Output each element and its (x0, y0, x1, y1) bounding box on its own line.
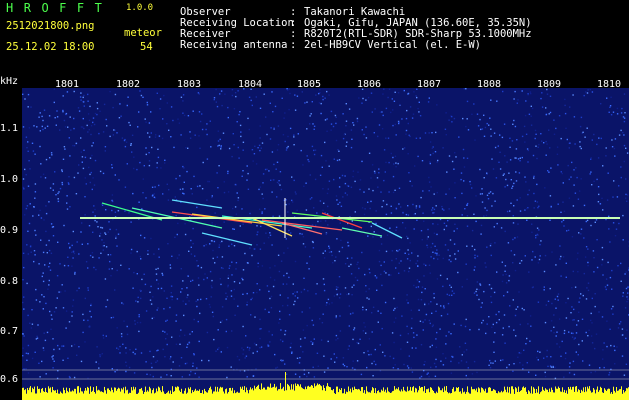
freq-label-0-6: 0.6 (0, 374, 19, 385)
freq-label-1-0: 1.0 (0, 174, 19, 185)
spectrogram (22, 88, 629, 400)
app-version: 1.0.0 (126, 3, 154, 13)
freq-label-0-9: 0.9 (0, 225, 19, 236)
noise-field (22, 88, 629, 380)
meteor-echoes (101, 198, 403, 246)
header-panel: HROFFT 1.0.0 2512021800.png 25.12.02 18:… (0, 0, 629, 74)
freq-label-0-8: 0.8 (0, 276, 19, 287)
freq-label-0-7: 0.7 (0, 326, 19, 337)
antenna-value: 2el-HB9CV Vertical (el. E-W) (304, 39, 482, 51)
spectrogram-canvas (22, 88, 629, 400)
file-name: 2512021800.png (6, 20, 95, 32)
antenna-label: Receiving antenna (180, 39, 288, 51)
app-logo: HROFFT (6, 1, 113, 15)
meteor-count: 54 (140, 41, 153, 53)
unit-label: kHz (0, 76, 19, 87)
meteor-label: meteor (124, 27, 162, 39)
freq-label-1-1: 1.1 (0, 123, 19, 134)
signal-level-bars (22, 372, 629, 400)
frequency-axis (0, 88, 22, 400)
colon-3: : (290, 39, 297, 51)
record-datetime: 25.12.02 18:00 (6, 41, 95, 53)
